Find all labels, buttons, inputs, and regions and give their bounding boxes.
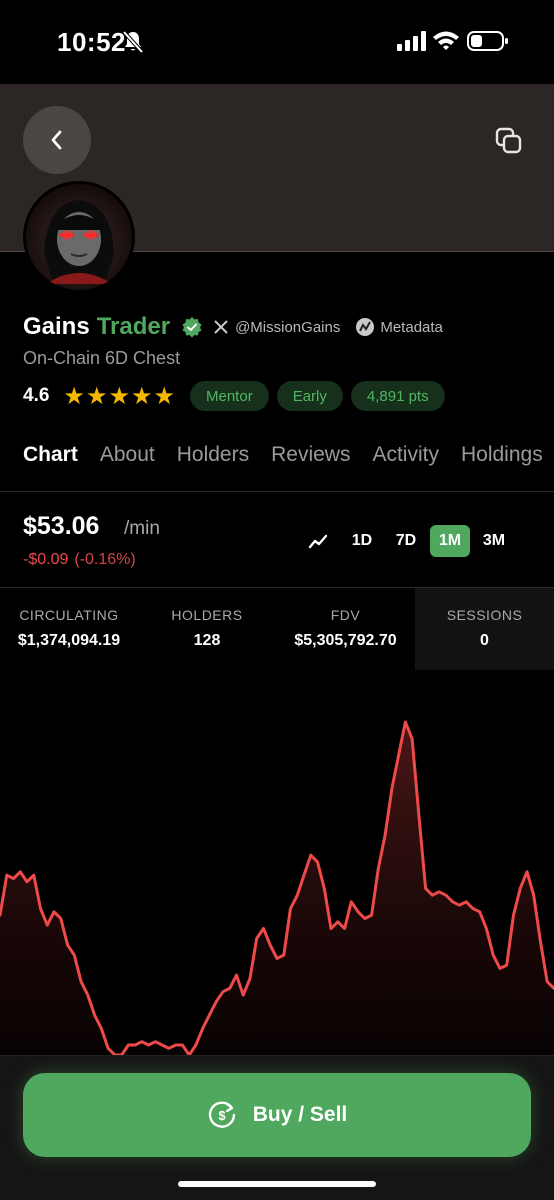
metadata-link[interactable]: Metadata — [355, 317, 443, 337]
avatar-image — [26, 184, 132, 290]
stat-label: CIRCULATING — [19, 607, 119, 623]
stat-value: $1,374,094.19 — [17, 632, 121, 649]
profile-tabs: Chart About Holders Reviews Activity Hol… — [23, 438, 554, 472]
avatar[interactable] — [23, 181, 135, 293]
stat-fdv: FDV $5,305,792.70 — [276, 588, 415, 670]
back-button[interactable] — [23, 106, 91, 174]
dollar-exchange-icon: $ — [208, 1101, 235, 1128]
bell-off-icon — [122, 30, 144, 54]
profile-subtitle: On-Chain 6D Chest — [23, 348, 181, 368]
price-change-amount: -$0.09 — [23, 551, 69, 568]
home-indicator[interactable] — [178, 1181, 376, 1187]
cellular-signal-icon — [397, 31, 426, 51]
badge-early: Early — [276, 381, 343, 411]
chevron-left-icon — [51, 130, 62, 150]
rating-row: 4.6 ★★★★★ Mentor Early 4,891 pts — [23, 380, 453, 412]
svg-text:$: $ — [218, 1108, 226, 1123]
wifi-icon — [433, 31, 459, 50]
range-selector: 1D 7D 1M 3M — [298, 525, 514, 557]
metadata-icon — [356, 318, 375, 336]
price-unit: /min — [124, 518, 160, 539]
profile-name-row: Gains Trader @MissionGains Metadata — [23, 312, 443, 342]
divider — [0, 491, 554, 492]
range-3m[interactable]: 3M — [474, 525, 514, 557]
buy-sell-button[interactable]: $ Buy / Sell — [23, 1073, 531, 1157]
tab-holders[interactable]: Holders — [177, 443, 249, 467]
tab-about[interactable]: About — [100, 443, 155, 467]
profile-name: Gains — [23, 313, 90, 340]
stat-label: FDV — [330, 607, 361, 623]
x-profile-link[interactable]: @MissionGains — [213, 319, 340, 336]
tab-reviews[interactable]: Reviews — [271, 443, 350, 467]
rating-value: 4.6 — [23, 385, 50, 406]
stat-label: SESSIONS — [446, 607, 523, 623]
tab-activity[interactable]: Activity — [372, 443, 439, 467]
chart-type-toggle[interactable] — [298, 525, 338, 557]
badge-points: 4,891 pts — [350, 381, 445, 411]
x-logo-icon — [214, 320, 228, 334]
stat-value: 128 — [193, 632, 221, 649]
metadata-label: Metadata — [380, 318, 443, 336]
profile-name-accent: Trader — [96, 313, 171, 340]
copy-icon[interactable] — [494, 126, 524, 156]
stat-value: 0 — [480, 632, 489, 649]
line-chart-icon — [308, 534, 328, 549]
stat-label: HOLDERS — [171, 607, 243, 623]
price-chart[interactable] — [0, 670, 554, 1056]
range-7d[interactable]: 7D — [386, 525, 426, 557]
stat-value: $5,305,792.70 — [294, 632, 397, 649]
x-handle: @MissionGains — [235, 318, 341, 336]
range-1d[interactable]: 1D — [342, 525, 382, 557]
stat-holders: HOLDERS 128 — [138, 588, 276, 670]
rating-stars-icon: ★★★★★ — [63, 382, 176, 410]
badge-mentor: Mentor — [190, 381, 269, 411]
verified-badge-icon — [182, 317, 202, 338]
status-bar: 10:52 — [0, 0, 554, 84]
stat-sessions: SESSIONS 0 — [415, 588, 554, 670]
stats-row: CIRCULATING $1,374,094.19 HOLDERS 128 FD… — [0, 588, 554, 670]
price-value: $53.06 — [23, 512, 100, 540]
price-change: -$0.09 (-0.16%) — [23, 551, 136, 569]
tab-holdings[interactable]: Holdings — [461, 443, 543, 467]
status-time: 10:52 — [57, 27, 126, 57]
range-1m[interactable]: 1M — [430, 525, 470, 557]
tab-chart[interactable]: Chart — [23, 443, 78, 467]
battery-icon — [467, 31, 508, 51]
price-change-percent: (-0.16%) — [74, 551, 136, 568]
stat-circulating: CIRCULATING $1,374,094.19 — [0, 588, 138, 670]
buy-sell-label: Buy / Sell — [252, 1103, 348, 1126]
chart-area — [0, 722, 554, 1056]
